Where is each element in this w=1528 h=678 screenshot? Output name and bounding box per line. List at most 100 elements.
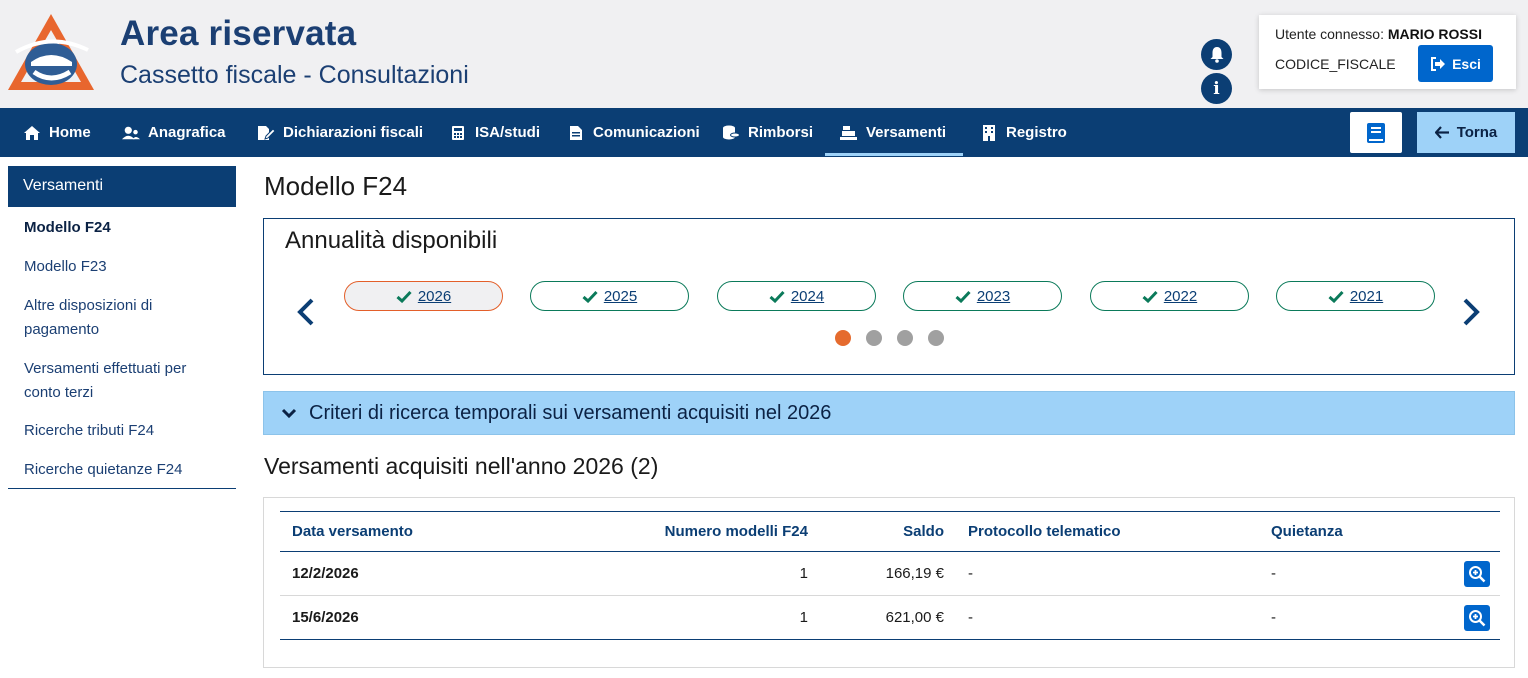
col-header-saldo[interactable]: Saldo xyxy=(820,511,956,552)
col-header-quietanza[interactable]: Quietanza xyxy=(1259,511,1439,552)
col-header-numero-modelli[interactable]: Numero modelli F24 xyxy=(535,511,820,552)
cell-quietanza: - xyxy=(1259,595,1439,640)
back-button[interactable]: Torna xyxy=(1417,112,1515,153)
edit-document-icon xyxy=(258,125,275,140)
table-row: 15/6/2026 1 621,00 € - - xyxy=(280,595,1500,640)
nav-item-dichiarazioni[interactable]: Dichiarazioni fiscali xyxy=(257,108,423,157)
user-name: MARIO ROSSI xyxy=(1387,26,1482,42)
carousel-dot-3[interactable] xyxy=(897,330,913,346)
nav-item-versamenti[interactable]: Versamenti xyxy=(825,108,963,157)
back-label: Torna xyxy=(1456,124,1498,141)
years-title: Annualità disponibili xyxy=(285,227,498,254)
year-label: 2025 xyxy=(603,287,638,305)
cell-models: 1 xyxy=(535,551,820,596)
check-icon xyxy=(1142,290,1158,303)
logout-button[interactable]: Esci xyxy=(1418,45,1493,82)
cell-date: 15/6/2026 xyxy=(280,595,535,640)
table-row: 12/2/2026 1 166,19 € - - xyxy=(280,551,1500,596)
app-title: Area riservata xyxy=(120,14,357,53)
logout-label: Esci xyxy=(1452,55,1481,72)
app-subtitle: Cassetto fiscale - Consultazioni xyxy=(120,61,469,89)
cell-saldo: 621,00 € xyxy=(820,595,956,640)
info-icon[interactable]: i xyxy=(1201,73,1232,104)
sidebar-item-modello-f24[interactable]: Modello F24 xyxy=(24,216,224,240)
table-header-row: Data versamento Numero modelli F24 Saldo… xyxy=(280,511,1500,552)
versamenti-table: Data versamento Numero modelli F24 Saldo… xyxy=(280,511,1500,640)
sidebar-item-ricerche-quietanze[interactable]: Ricerche quietanze F24 xyxy=(24,458,224,482)
sidebar-item-modello-f23[interactable]: Modello F23 xyxy=(24,255,224,279)
year-label: 2022 xyxy=(1163,287,1198,305)
nav-label: Dichiarazioni fiscali xyxy=(283,124,424,141)
nav-label: Registro xyxy=(1006,124,1067,141)
cell-action xyxy=(1439,595,1500,640)
page-title: Modello F24 xyxy=(264,171,408,201)
manual-button[interactable] xyxy=(1350,112,1402,153)
users-icon xyxy=(122,126,140,139)
cell-protocollo: - xyxy=(956,595,1259,640)
criteria-label: Criteri di ricerca temporali sui versame… xyxy=(309,401,832,424)
detail-button[interactable] xyxy=(1464,604,1490,631)
carousel-dot-4[interactable] xyxy=(928,330,944,346)
cell-date: 12/2/2026 xyxy=(280,551,535,596)
carousel-dot-1[interactable] xyxy=(835,330,851,346)
sidebar-heading: Versamenti xyxy=(8,166,236,207)
cash-register-icon xyxy=(840,125,857,140)
section-title: Versamenti acquisiti nell'anno 2026 (2) xyxy=(264,453,659,479)
arrow-left-icon xyxy=(1434,126,1449,139)
cell-quietanza: - xyxy=(1259,551,1439,596)
sign-out-icon xyxy=(1431,56,1446,71)
header: Area riservata Cassetto fiscale - Consul… xyxy=(0,0,1528,108)
coins-icon xyxy=(723,125,740,139)
nav-label: Home xyxy=(49,124,91,141)
year-pill-2024[interactable]: 2024 xyxy=(717,281,876,311)
building-icon xyxy=(983,124,995,141)
check-icon xyxy=(396,290,412,303)
nav-label: Versamenti xyxy=(866,124,947,141)
year-label: 2021 xyxy=(1349,287,1384,305)
main-navbar: Home Anagrafica Dichiarazioni fiscali IS… xyxy=(0,108,1528,157)
year-label: 2026 xyxy=(417,287,452,305)
nav-item-rimborsi[interactable]: Rimborsi xyxy=(722,108,813,157)
col-header-data[interactable]: Data versamento xyxy=(280,511,535,552)
year-pill-2022[interactable]: 2022 xyxy=(1090,281,1249,311)
detail-button[interactable] xyxy=(1464,560,1490,587)
check-icon xyxy=(769,290,785,303)
carousel-indicators xyxy=(835,330,944,346)
cell-models: 1 xyxy=(535,595,820,640)
nav-item-home[interactable]: Home xyxy=(23,108,91,157)
col-header-protocollo[interactable]: Protocollo telematico xyxy=(956,511,1259,552)
nav-item-registro[interactable]: Registro xyxy=(980,108,1067,157)
bell-icon[interactable] xyxy=(1201,39,1232,70)
sidebar-item-altre-disposizioni[interactable]: Altre disposizioni di pagamento xyxy=(24,294,184,342)
year-pill-2025[interactable]: 2025 xyxy=(530,281,689,311)
codice-fiscale: CODICE_FISCALE xyxy=(1275,56,1396,72)
nav-item-comunicazioni[interactable]: Comunicazioni xyxy=(567,108,700,157)
agenzia-entrate-logo[interactable] xyxy=(6,12,96,92)
nav-item-isa-studi[interactable]: ISA/studi xyxy=(449,108,540,157)
year-pill-2026[interactable]: 2026 xyxy=(344,281,503,311)
nav-item-anagrafica[interactable]: Anagrafica xyxy=(122,108,226,157)
criteria-accordion[interactable]: Criteri di ricerca temporali sui versame… xyxy=(263,391,1515,435)
year-label: 2023 xyxy=(976,287,1011,305)
versamenti-table-container: Data versamento Numero modelli F24 Saldo… xyxy=(263,497,1515,668)
document-icon xyxy=(570,125,582,140)
year-pill-2023[interactable]: 2023 xyxy=(903,281,1062,311)
check-icon xyxy=(1328,290,1344,303)
zoom-in-icon xyxy=(1469,565,1486,582)
cell-action xyxy=(1439,551,1500,596)
carousel-dot-2[interactable] xyxy=(866,330,882,346)
book-icon xyxy=(1367,122,1385,143)
sidebar-item-ricerche-tributi[interactable]: Ricerche tributi F24 xyxy=(24,419,224,443)
nav-label: Anagrafica xyxy=(148,124,226,141)
sidebar-item-conto-terzi[interactable]: Versamenti effettuati per conto terzi xyxy=(24,357,214,405)
home-icon xyxy=(24,125,40,140)
cell-saldo: 166,19 € xyxy=(820,551,956,596)
chevron-left-icon[interactable] xyxy=(296,297,316,334)
nav-label: Rimborsi xyxy=(748,124,814,141)
zoom-in-icon xyxy=(1469,609,1486,626)
user-panel: Utente connesso: MARIO ROSSI CODICE_FISC… xyxy=(1259,15,1516,89)
check-icon xyxy=(582,290,598,303)
chevron-right-icon[interactable] xyxy=(1461,297,1481,334)
calculator-icon xyxy=(452,125,464,140)
year-pill-2021[interactable]: 2021 xyxy=(1276,281,1435,311)
